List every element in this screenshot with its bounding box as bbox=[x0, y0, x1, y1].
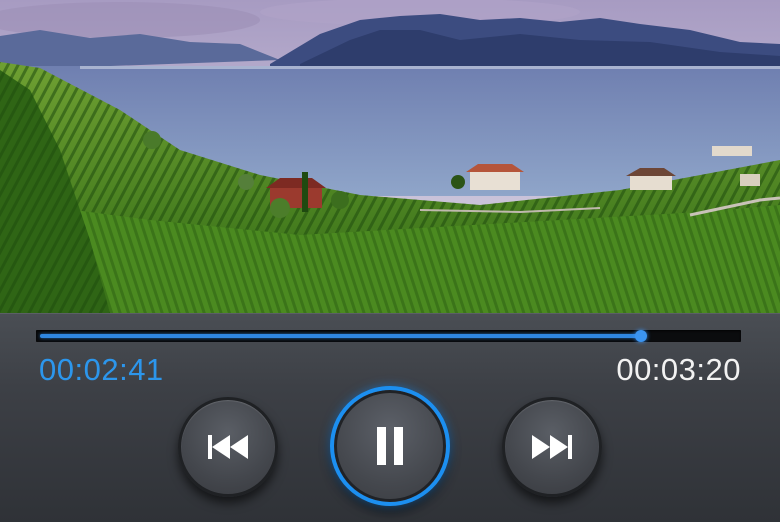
next-track-button[interactable] bbox=[502, 397, 602, 497]
video-artwork bbox=[0, 0, 780, 313]
seek-bar-progress bbox=[40, 334, 641, 338]
elapsed-time: 00:02:41 bbox=[39, 352, 164, 387]
landscape-image bbox=[0, 0, 780, 313]
skip-next-icon bbox=[532, 435, 572, 459]
total-duration: 00:03:20 bbox=[616, 352, 741, 387]
skip-previous-icon bbox=[208, 435, 248, 459]
pause-icon bbox=[377, 427, 403, 465]
playback-control-panel: 00:02:41 00:03:20 bbox=[0, 313, 780, 522]
seek-bar-thumb[interactable] bbox=[635, 330, 647, 342]
pause-button[interactable] bbox=[330, 386, 450, 506]
previous-track-button[interactable] bbox=[178, 397, 278, 497]
seek-bar[interactable] bbox=[36, 330, 741, 342]
